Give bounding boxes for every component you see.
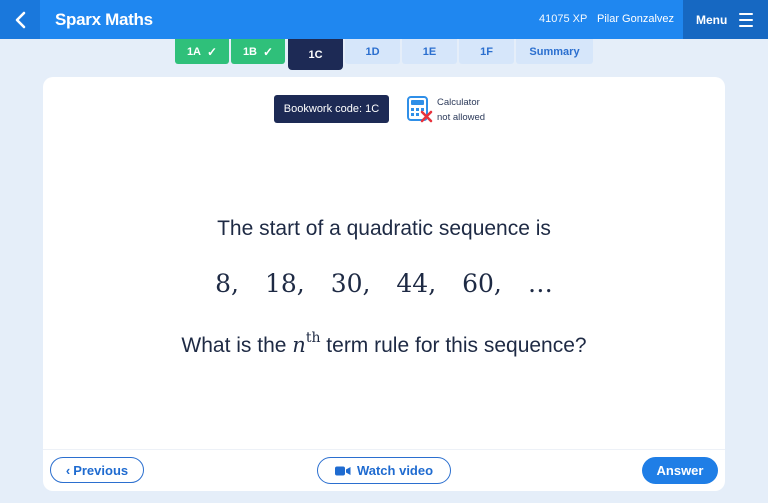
sequence-term: 8,: [215, 269, 240, 298]
tab-label: 1C: [308, 48, 323, 61]
answer-label: Answer: [656, 463, 704, 478]
back-button[interactable]: [0, 0, 40, 39]
check-icon: ✓: [263, 44, 274, 59]
app-title: Sparx Maths: [55, 10, 153, 29]
xp-count: 41075 XP: [539, 13, 588, 25]
tab-summary[interactable]: Summary: [516, 39, 593, 64]
answer-button[interactable]: Answer: [642, 457, 718, 484]
question-intro: The start of a quadratic sequence is: [217, 217, 551, 240]
chevron-left-icon: ‹: [65, 462, 71, 478]
previous-label: Previous: [73, 462, 129, 478]
sequence-term: 60,: [462, 269, 502, 298]
sequence-terms: 8, 18, 30, 44, 60, …: [43, 269, 725, 298]
calculator-label: Calculator: [437, 97, 480, 108]
tab-1a[interactable]: 1A ✓: [175, 39, 229, 64]
sequence-term: 30,: [330, 269, 371, 298]
tab-1b[interactable]: 1B ✓: [231, 39, 285, 64]
sequence-term: 44,: [396, 269, 437, 298]
tab-1c[interactable]: 1C: [288, 39, 343, 70]
menu-button[interactable]: Menu: [683, 0, 768, 39]
watch-video-label: Watch video: [356, 463, 434, 478]
tab-1d[interactable]: 1D: [345, 39, 400, 64]
tab-label: 1B: [242, 45, 257, 58]
calculator-not-allowed-icon: [407, 96, 433, 123]
tab-label: 1D: [365, 45, 380, 58]
menu-label: Menu: [696, 12, 728, 27]
tab-label: 1E: [422, 45, 437, 58]
check-icon: ✓: [207, 44, 218, 59]
tab-label: 1F: [480, 45, 493, 58]
bookwork-code-badge: Bookwork code: 1C: [274, 95, 389, 123]
calculator-status: Calculator not allowed: [437, 95, 485, 125]
top-bar: Sparx Maths 41075 XP Pilar Gonzalvez Men…: [0, 0, 768, 39]
question-text-pre: What is the: [181, 334, 293, 357]
user-name: Pilar Gonzalvez: [597, 13, 675, 25]
tab-label: 1A: [186, 45, 201, 58]
tab-1e[interactable]: 1E: [402, 39, 457, 64]
watch-video-button[interactable]: Watch video: [317, 457, 451, 484]
question-prompt: What is the nth term rule for this seque…: [43, 330, 725, 358]
calculator-not-allowed-label: not allowed: [437, 112, 486, 123]
question-card: Bookwork code: 1C Calculator not allowed…: [43, 77, 725, 491]
math-superscript: th: [305, 330, 321, 346]
sequence-ellipsis: …: [527, 269, 553, 298]
previous-button[interactable]: ‹ Previous: [50, 457, 144, 483]
tab-1f[interactable]: 1F: [459, 39, 514, 64]
chevron-left-icon: [15, 11, 26, 28]
hamburger-icon: [739, 13, 753, 31]
footer-divider: [43, 449, 725, 450]
video-camera-icon: [334, 466, 351, 475]
question-text-post: term rule for this sequence?: [320, 334, 587, 357]
sequence-term: 18,: [264, 269, 305, 298]
tab-label: Summary: [529, 45, 580, 58]
math-n: n: [292, 333, 306, 357]
